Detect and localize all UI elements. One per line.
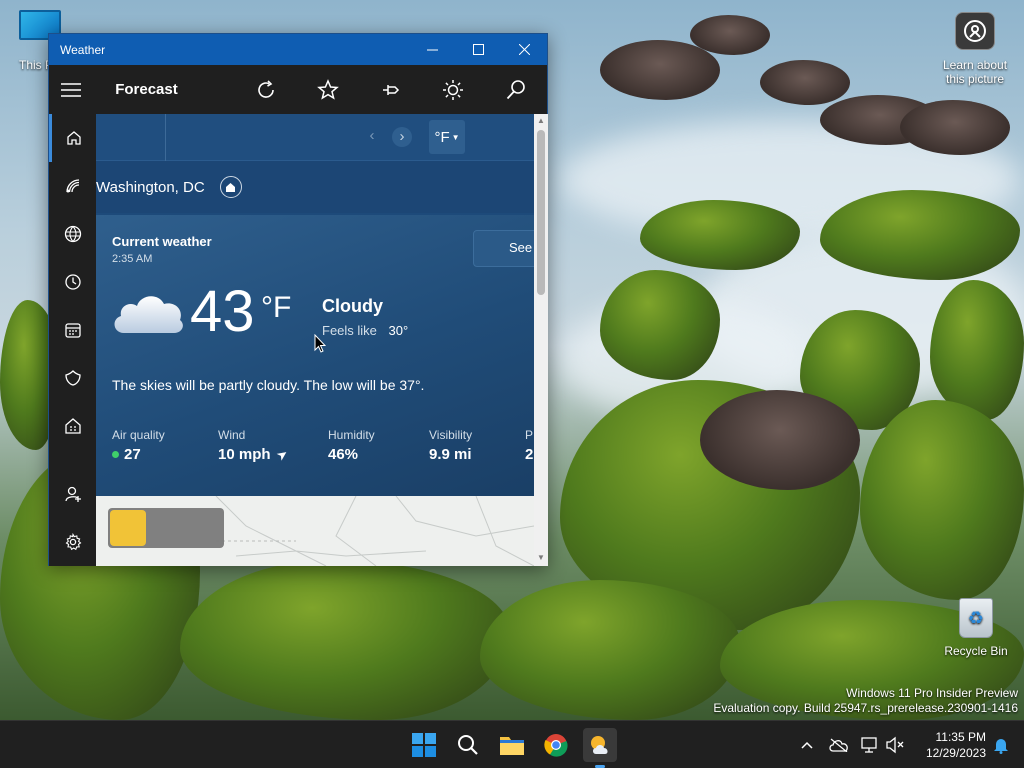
nav-calendar-icon[interactable] <box>49 306 96 354</box>
stat-humidity[interactable]: Humidity 46% <box>328 428 375 463</box>
stat-label: Air quality <box>112 428 165 442</box>
brightness-icon[interactable] <box>422 79 484 101</box>
nav-maps-globe-icon[interactable] <box>49 210 96 258</box>
stat-value: 27 <box>124 446 141 463</box>
stat-wind[interactable]: Wind 10 mph ➤ <box>218 428 290 464</box>
build-watermark: Windows 11 Pro Insider Preview Evaluatio… <box>713 686 1018 716</box>
window-title: Weather <box>60 42 106 57</box>
wind-arrow-icon: ➤ <box>272 445 291 464</box>
summary-text: The skies will be partly cloudy. The low… <box>112 377 425 393</box>
menu-button[interactable] <box>49 82 92 97</box>
unit-value: °F <box>434 128 450 146</box>
minimize-button[interactable] <box>409 34 455 65</box>
app-header: Forecast <box>49 65 547 114</box>
vertical-scrollbar[interactable]: ▲ ▼ <box>534 114 548 566</box>
map-toggle[interactable] <box>108 508 224 548</box>
home-location-icon[interactable] <box>219 176 242 198</box>
stat-label: Humidity <box>328 428 375 442</box>
unit-selector[interactable]: °F ▼ <box>429 120 465 154</box>
location-row: Washington, DC <box>96 161 534 213</box>
close-button[interactable] <box>501 34 547 65</box>
condition-text: Cloudy <box>322 296 383 316</box>
clock-time: 11:35 PM <box>935 730 986 744</box>
app-title: Forecast <box>115 81 178 98</box>
scroll-down-arrow-icon[interactable]: ▼ <box>537 553 545 562</box>
onedrive-cloud-icon[interactable] <box>824 730 854 760</box>
search-icon[interactable] <box>485 79 547 101</box>
caret-down-icon: ▼ <box>451 132 460 142</box>
cloud-icon <box>110 287 186 337</box>
weather-window: Weather Forecast ‹ › °F ▼ Washington, DC… <box>48 33 548 566</box>
nav-settings-gear-icon[interactable] <box>49 518 96 566</box>
nav-rail <box>49 114 96 566</box>
aqi-dot-icon <box>112 451 119 458</box>
nav-home-icon[interactable] <box>49 114 96 162</box>
next-chevron-icon[interactable]: › <box>392 127 412 147</box>
scroll-up-arrow-icon[interactable]: ▲ <box>537 116 545 125</box>
learn-label: Learn about this picture <box>942 58 1008 86</box>
desktop-icon-learn-about-picture[interactable]: Learn about this picture <box>934 12 1016 86</box>
map-preview[interactable] <box>96 496 534 566</box>
see-button-label: See <box>509 240 533 255</box>
notification-bell-icon[interactable] <box>986 730 1016 760</box>
stat-value: 2 <box>525 446 534 463</box>
watermark-line-2: Evaluation copy. Build 25947.rs_prerelea… <box>713 701 1018 715</box>
title-bar[interactable]: Weather <box>49 34 547 65</box>
see-button[interactable]: See <box>473 230 534 267</box>
taskbar-search-icon[interactable] <box>453 730 483 760</box>
feels-like-label: Feels like <box>322 323 377 338</box>
map-toggle-knob <box>110 510 146 546</box>
current-weather-label: Current weather <box>112 234 212 249</box>
current-time: 2:35 AM <box>112 253 153 265</box>
stat-value: 9.9 mi <box>429 446 472 463</box>
nav-history-clock-icon[interactable] <box>49 258 96 306</box>
start-windows-icon[interactable] <box>409 730 439 760</box>
feels-like-value: 30° <box>388 323 409 338</box>
weather-app-taskbar-icon[interactable] <box>583 728 617 768</box>
volume-muted-icon[interactable] <box>880 730 910 760</box>
show-hidden-icons-chevron-icon[interactable] <box>792 730 822 760</box>
feels-like-row: Feels like 30° <box>322 323 408 338</box>
maximize-button[interactable] <box>455 34 501 65</box>
refresh-icon[interactable] <box>235 79 297 101</box>
chrome-icon[interactable] <box>541 730 571 760</box>
scroll-thumb[interactable] <box>537 130 545 295</box>
watermark-line-1: Windows 11 Pro Insider Preview <box>846 686 1018 700</box>
pin-icon[interactable] <box>360 79 422 101</box>
desktop-icon-recycle-bin[interactable]: ♻ Recycle Bin <box>940 598 1012 658</box>
prev-chevron-icon[interactable]: ‹ <box>362 127 382 147</box>
stat-air-quality[interactable]: Air quality 27 <box>112 428 165 463</box>
stat-label: Wind <box>218 428 246 442</box>
temperature-value: 43 <box>190 279 255 344</box>
nav-life-icon[interactable] <box>49 354 96 402</box>
file-explorer-icon[interactable] <box>497 730 527 760</box>
camera-icon <box>955 12 995 50</box>
location-name: Washington, DC <box>96 178 205 196</box>
nav-monthly-icon[interactable] <box>49 402 96 450</box>
clock-date: 12/29/2023 <box>925 746 986 760</box>
stat-pressure[interactable]: P 2 <box>525 428 534 463</box>
mouse-cursor-icon <box>314 333 327 358</box>
stat-label: P <box>525 428 534 442</box>
recycle-bin-icon: ♻ <box>959 598 993 638</box>
clock[interactable]: 11:35 PM 12/29/2023 <box>916 729 986 761</box>
taskbar: 11:35 PM 12/29/2023 <box>0 720 1024 768</box>
stat-value: 10 mph <box>218 446 271 463</box>
date-strip: ‹ › °F ▼ <box>96 114 534 161</box>
temperature-unit: °F <box>261 291 292 324</box>
recycle-label: Recycle Bin <box>944 644 1008 658</box>
favorite-star-icon[interactable] <box>297 78 359 101</box>
nav-radar-icon[interactable] <box>49 162 96 210</box>
stat-label: Visibility <box>429 428 473 442</box>
nav-account-icon[interactable] <box>49 470 96 518</box>
stat-value: 46% <box>328 446 359 463</box>
stat-visibility[interactable]: Visibility 9.9 mi <box>429 428 472 463</box>
